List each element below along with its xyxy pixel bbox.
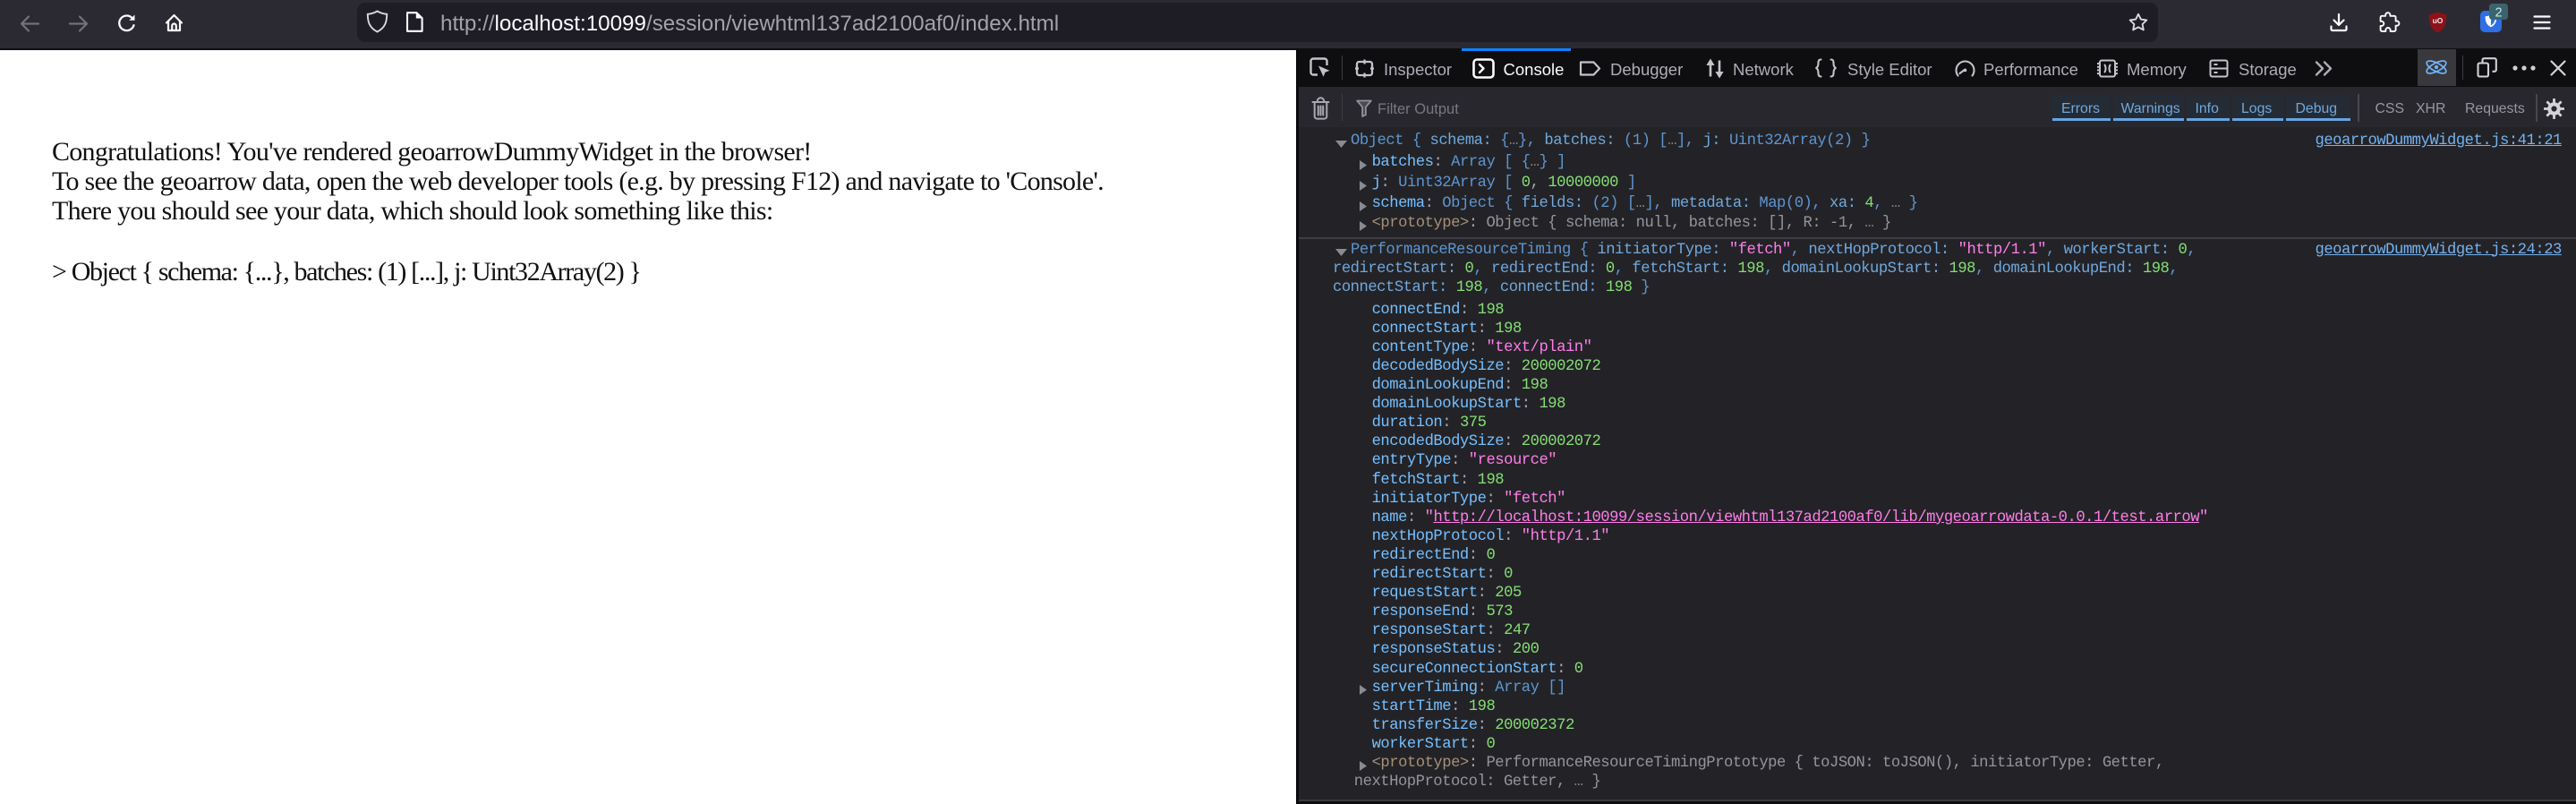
svg-text:uO: uO [2433, 16, 2444, 25]
svg-text:2: 2 [2495, 6, 2502, 21]
